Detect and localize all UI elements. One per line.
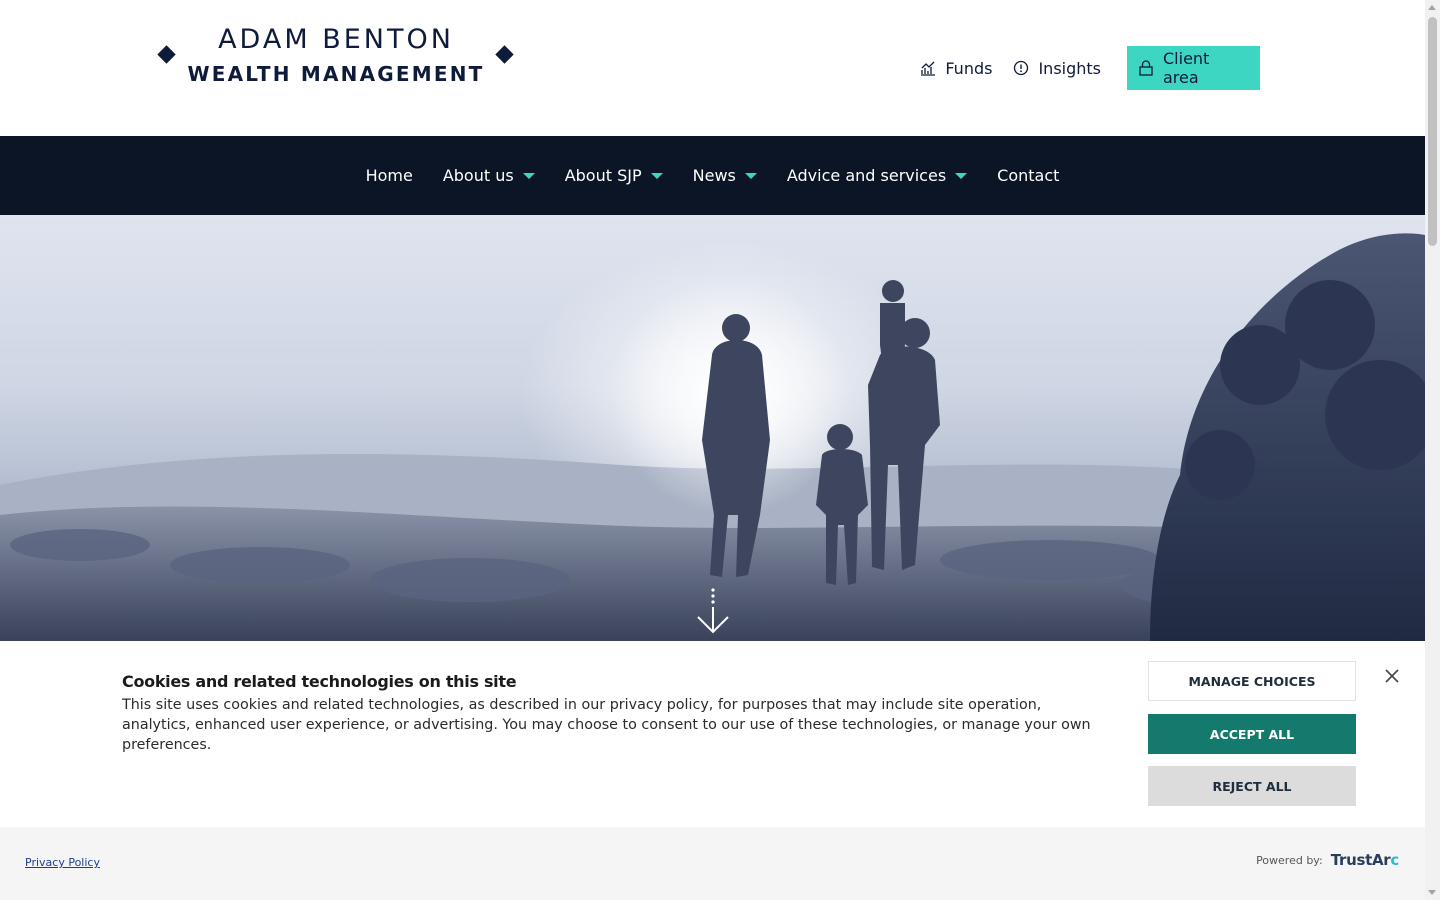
nav-label: Home <box>365 166 413 185</box>
hero-family-scene <box>0 233 1425 641</box>
logo-line-1: ADAM BENTON <box>218 24 454 55</box>
nav-label: About us <box>442 166 514 185</box>
trustarc-logo-end: c <box>1390 851 1399 869</box>
caret-down-icon <box>955 172 968 179</box>
nav-label: News <box>692 166 736 185</box>
nav-item-about-sjp[interactable]: About SJP <box>565 166 663 185</box>
cookie-banner: Cookies and related technologies on this… <box>0 641 1425 827</box>
lock-icon <box>1137 59 1155 77</box>
cookie-banner-title: Cookies and related technologies on this… <box>122 672 517 691</box>
client-area-button[interactable]: Client area <box>1127 46 1260 90</box>
nav-label: Contact <box>997 166 1060 185</box>
scroll-down-icon[interactable] <box>1428 890 1436 895</box>
funds-link[interactable]: Funds <box>909 46 1002 90</box>
site-header: ADAM BENTON WEALTH MANAGEMENT Funds Insi… <box>0 0 1425 136</box>
caret-down-icon <box>744 172 757 179</box>
client-area-label: Client area <box>1163 49 1210 87</box>
caret-down-icon <box>650 172 663 179</box>
logo-line-2: WEALTH MANAGEMENT <box>187 62 485 86</box>
reject-all-button[interactable]: REJECT ALL <box>1148 766 1356 806</box>
trustarc-logo-main: TrustAr <box>1330 851 1391 869</box>
accept-all-button[interactable]: ACCEPT ALL <box>1148 714 1356 754</box>
nav-item-about-us[interactable]: About us <box>443 166 535 185</box>
nav-label: About SJP <box>564 166 642 185</box>
scroll-up-icon[interactable] <box>1428 5 1436 10</box>
nav-item-news[interactable]: News <box>693 166 757 185</box>
scrollbar-thumb[interactable] <box>1428 17 1437 246</box>
alert-circle-icon <box>1012 59 1030 77</box>
insights-link[interactable]: Insights <box>1002 46 1111 90</box>
utility-links: Funds Insights Client area <box>909 46 1260 90</box>
manage-choices-button[interactable]: MANAGE CHOICES <box>1148 661 1356 701</box>
close-icon[interactable] <box>1382 666 1402 686</box>
vertical-scrollbar[interactable] <box>1425 0 1440 900</box>
cookie-banner-text: This site uses cookies and related techn… <box>122 697 1091 753</box>
chart-icon <box>919 59 937 77</box>
arrow-down-icon[interactable] <box>694 586 732 638</box>
hero-image <box>0 215 1425 641</box>
privacy-policy-link[interactable]: Privacy Policy <box>25 856 100 869</box>
insights-label: Insights <box>1038 58 1101 78</box>
page: ADAM BENTON WEALTH MANAGEMENT Funds Insi… <box>0 0 1425 900</box>
caret-down-icon <box>522 172 535 179</box>
nav-item-contact[interactable]: Contact <box>997 166 1059 185</box>
main-nav: Home About us About SJP News Advice and … <box>0 136 1425 215</box>
powered-by-label: Powered by: <box>1256 853 1323 867</box>
funds-label: Funds <box>945 58 993 78</box>
trustarc-logo[interactable]: TrustArc <box>1330 851 1400 869</box>
nav-item-home[interactable]: Home <box>366 166 413 185</box>
brand-logo[interactable]: ADAM BENTON WEALTH MANAGEMENT <box>156 22 516 92</box>
nav-item-advice-services[interactable]: Advice and services <box>786 166 968 185</box>
powered-by: Powered by: TrustArc <box>1256 851 1399 869</box>
cookie-banner-footer: Privacy Policy Powered by: TrustArc <box>0 827 1425 900</box>
nav-label: Advice and services <box>786 166 947 185</box>
